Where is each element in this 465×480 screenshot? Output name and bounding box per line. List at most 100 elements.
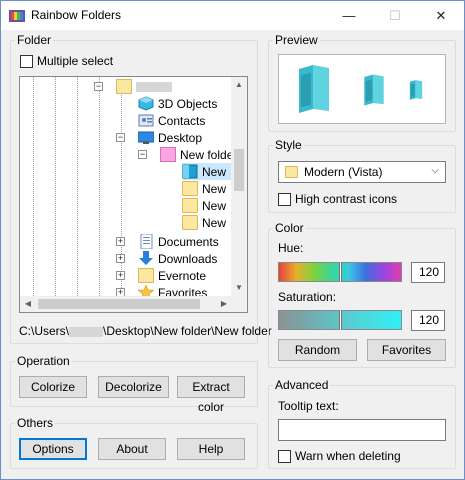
tooltip-text-input[interactable] — [278, 419, 446, 441]
pink-folder-icon — [160, 147, 176, 162]
tree-item[interactable]: New — [182, 197, 226, 214]
minimize-button[interactable]: — — [326, 1, 372, 30]
tree-item-label: Downloads — [158, 251, 218, 266]
selected-folder-path: C:\Users\ \Desktop\New folder\New folder — [19, 324, 272, 338]
tree-guide-line — [121, 89, 122, 296]
hue-value-input[interactable]: 120 — [411, 262, 445, 283]
folder-icon — [285, 166, 298, 178]
scroll-left-icon[interactable]: ◀ — [20, 296, 36, 312]
app-icon — [9, 10, 25, 22]
tree-item-label: New — [202, 215, 227, 230]
vertical-scroll-thumb[interactable] — [234, 149, 244, 191]
tree-item[interactable] — [116, 78, 172, 95]
colorize-button[interactable]: Colorize — [19, 376, 87, 398]
saturation-slider-thumb[interactable] — [339, 310, 342, 330]
high-contrast-checkbox[interactable] — [278, 192, 291, 206]
multiple-select-row[interactable]: Multiple select — [20, 54, 113, 68]
color-group-label: Color — [273, 220, 306, 236]
expand-toggle[interactable]: + — [116, 237, 125, 246]
favorites-button[interactable]: Favorites — [367, 339, 446, 361]
tree-guide-line — [33, 77, 34, 296]
tree-item-label: Desktop — [158, 130, 203, 145]
folder-preview — [278, 54, 446, 124]
collapse-toggle[interactable]: − — [94, 82, 103, 91]
horizontal-scroll-thumb[interactable] — [38, 299, 200, 309]
tree-item[interactable]: 3D Objects — [138, 95, 217, 112]
scroll-down-icon[interactable]: ▼ — [231, 280, 247, 296]
tree-vertical-scrollbar[interactable]: ▲ ▼ — [231, 77, 247, 296]
path-suffix: \Desktop\New folder\New folder — [103, 324, 272, 338]
hue-slider[interactable] — [278, 262, 402, 282]
masked-username — [136, 81, 172, 92]
high-contrast-row[interactable]: High contrast icons — [278, 192, 397, 206]
folder-tree-content: − 3D Objects Contacts − Desktop − New fo… — [20, 77, 232, 296]
hue-slider-thumb[interactable] — [339, 262, 342, 282]
tree-item[interactable]: New folde — [160, 146, 232, 163]
tree-item-label: New folde — [180, 147, 232, 162]
tree-item[interactable]: Contacts — [138, 112, 205, 129]
operation-group-label: Operation — [15, 353, 72, 369]
large-folder-preview-icon — [299, 65, 329, 113]
folder-icon — [138, 268, 154, 283]
maximize-button[interactable]: ☐ — [372, 1, 418, 30]
window-title: Rainbow Folders — [31, 8, 122, 22]
scrollbar-corner — [231, 296, 247, 312]
expand-toggle[interactable]: + — [116, 288, 125, 296]
tree-guide-line — [99, 77, 100, 296]
folder-icon — [182, 181, 198, 196]
advanced-group-label: Advanced — [273, 377, 331, 393]
saturation-label: Saturation: — [278, 290, 337, 304]
tree-item[interactable]: New — [182, 180, 226, 197]
options-button[interactable]: Options — [19, 438, 87, 460]
tree-item-label: Evernote — [158, 268, 207, 283]
scroll-up-icon[interactable]: ▲ — [231, 77, 247, 93]
expand-toggle[interactable]: + — [116, 254, 125, 263]
tree-item-label: 3D Objects — [158, 96, 218, 111]
tree-item-label: Documents — [158, 234, 219, 249]
tree-item-selected[interactable]: New — [182, 163, 232, 180]
tree-guide-line — [55, 77, 56, 296]
expand-toggle[interactable]: + — [116, 271, 125, 280]
tree-item-label: New — [202, 198, 227, 213]
tree-guide-line — [77, 77, 78, 296]
close-button[interactable]: ✕ — [418, 1, 464, 30]
masked-username — [69, 326, 104, 337]
downloads-icon — [139, 251, 153, 265]
path-prefix: C:\Users\ — [19, 324, 70, 338]
tree-item[interactable]: Desktop — [138, 129, 202, 146]
folder-icon — [182, 215, 198, 230]
tree-item[interactable]: Favorites — [138, 284, 207, 296]
multiple-select-label: Multiple select — [37, 54, 114, 68]
folder-tree[interactable]: − 3D Objects Contacts − Desktop − New fo… — [19, 76, 248, 313]
folder-icon — [182, 198, 198, 213]
chevron-down-icon: ⌵ — [431, 165, 439, 176]
collapse-toggle[interactable]: − — [138, 150, 147, 159]
desktop-icon — [138, 131, 154, 144]
help-button[interactable]: Help — [177, 438, 245, 460]
teal-folder-icon — [182, 164, 198, 179]
extract-color-button[interactable]: Extract color — [177, 376, 245, 414]
random-button[interactable]: Random — [278, 339, 357, 361]
tree-item[interactable]: Documents — [138, 233, 219, 250]
hue-label: Hue: — [278, 241, 304, 255]
saturation-value-input[interactable]: 120 — [411, 310, 445, 331]
small-folder-preview-icon — [409, 80, 423, 100]
tree-item[interactable]: Downloads — [138, 250, 217, 267]
medium-folder-preview-icon — [364, 74, 384, 106]
warn-when-deleting-checkbox[interactable] — [278, 449, 291, 463]
style-select[interactable]: Modern (Vista) ⌵ — [278, 161, 446, 183]
tooltip-text-label: Tooltip text: — [278, 399, 339, 413]
decolorize-button[interactable]: Decolorize — [98, 376, 169, 398]
about-button[interactable]: About — [98, 438, 166, 460]
multiple-select-checkbox[interactable] — [20, 54, 33, 68]
tree-item-label: New — [202, 181, 227, 196]
tree-item-label: Contacts — [158, 113, 206, 128]
tree-horizontal-scrollbar[interactable]: ◀ ▶ — [20, 296, 232, 312]
collapse-toggle[interactable]: − — [116, 133, 125, 142]
tree-item[interactable]: New — [182, 214, 226, 231]
scroll-right-icon[interactable]: ▶ — [216, 296, 232, 312]
tree-item[interactable]: Evernote — [138, 267, 206, 284]
warn-when-deleting-row[interactable]: Warn when deleting — [278, 449, 401, 463]
saturation-slider[interactable] — [278, 310, 402, 330]
style-group-label: Style — [273, 137, 304, 153]
